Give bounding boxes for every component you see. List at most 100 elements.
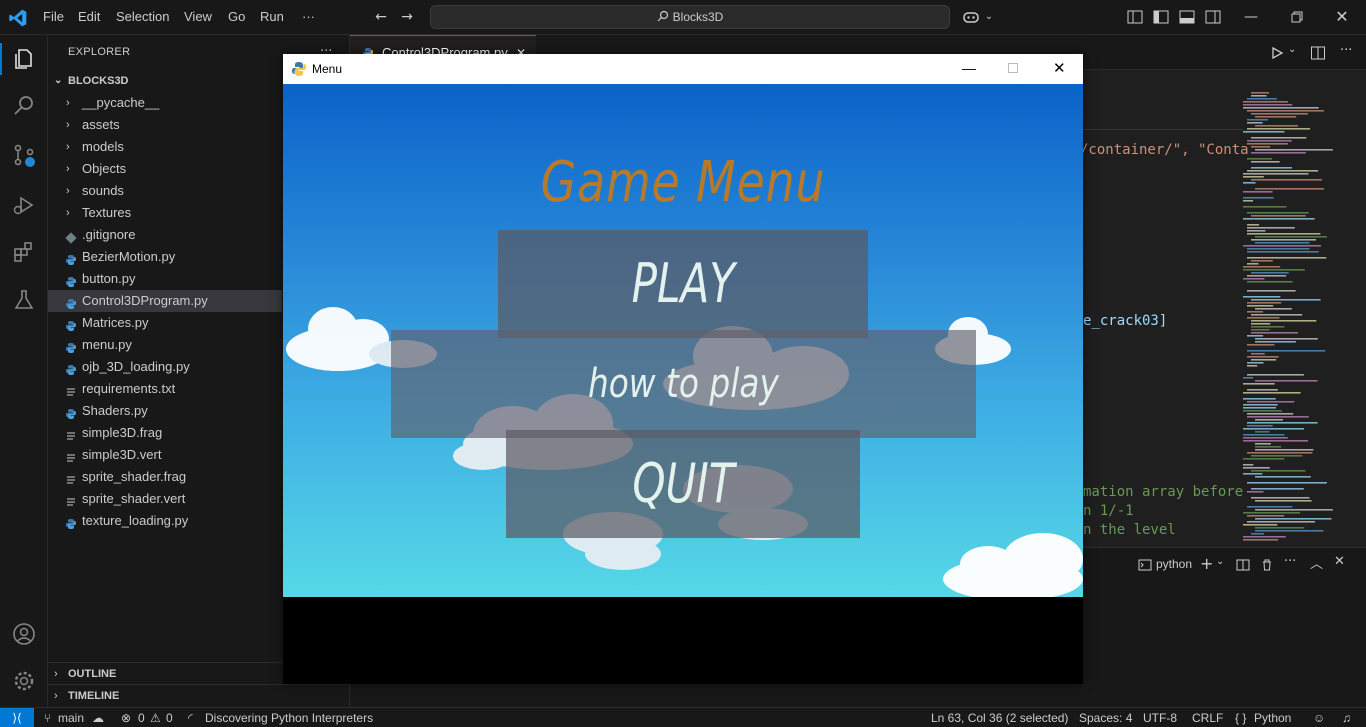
remote-indicator-icon[interactable]: ⟩⟨ [0, 708, 34, 727]
file-label: BezierMotion.py [82, 249, 176, 264]
game-window-titlebar[interactable]: Menu — ✕ [283, 54, 1083, 84]
notifications-bell-icon[interactable]: ♫ [1342, 708, 1351, 727]
code-fragment-crack[interactable]: e_crack03] [1083, 313, 1167, 329]
close-panel-icon[interactable]: ✕ [1334, 554, 1345, 569]
file-item[interactable]: sprite_shader.vert [48, 488, 282, 510]
file-item[interactable]: simple3D.frag [48, 422, 282, 444]
file-item[interactable]: menu.py [48, 334, 282, 356]
code-fragment-comment-2[interactable]: n 1/-1 [1083, 503, 1134, 519]
chevron-down-icon[interactable]: ⌄ [1288, 44, 1296, 55]
terminal-name[interactable]: python [1156, 557, 1192, 571]
toggle-secondary-sidebar-icon[interactable] [1204, 8, 1222, 26]
back-arrow-icon[interactable]: ← [372, 8, 390, 26]
split-editor-icon[interactable] [1310, 45, 1326, 61]
folder-item[interactable]: › Objects [48, 158, 282, 180]
file-item[interactable]: requirements.txt [48, 378, 282, 400]
close-window-icon[interactable]: ✕ [1333, 8, 1351, 26]
kill-terminal-trash-icon[interactable] [1260, 558, 1274, 572]
folder-item[interactable]: › __pycache__ [48, 92, 282, 114]
game-minimize-icon[interactable]: — [962, 53, 976, 83]
error-count[interactable]: 0 [138, 708, 145, 727]
menu-go[interactable]: Go [228, 9, 245, 24]
file-label: .gitignore [82, 227, 136, 242]
errors-icon[interactable]: ⊗ [121, 708, 131, 727]
explorer-files-icon[interactable] [12, 47, 36, 71]
quit-button[interactable]: QUIT [506, 430, 860, 538]
menu-edit[interactable]: Edit [78, 9, 100, 24]
maximize-panel-chevron-up-icon[interactable]: ︿ [1310, 553, 1323, 572]
language-mode[interactable]: Python [1254, 708, 1291, 727]
account-icon[interactable] [12, 622, 36, 646]
code-fragment-comment-3[interactable]: n the level [1083, 522, 1176, 538]
command-center-search[interactable]: Blocks3D [430, 5, 950, 29]
git-branch[interactable]: main [58, 708, 84, 727]
editor-more-actions-icon[interactable]: ··· [1340, 43, 1352, 58]
source-control-icon[interactable] [12, 143, 36, 167]
chevron-down-icon[interactable]: ⌄ [1216, 556, 1224, 567]
git-branch-icon[interactable]: ⑂ [44, 708, 51, 727]
toggle-sidebar-icon[interactable] [1152, 8, 1170, 26]
vscode-logo-icon[interactable] [8, 8, 28, 28]
file-item[interactable]: button.py [48, 268, 282, 290]
chevron-right-icon: › [66, 163, 70, 175]
file-item[interactable]: simple3D.vert [48, 444, 282, 466]
file-label: Shaders.py [82, 403, 148, 418]
customize-layout-icon[interactable] [1126, 8, 1144, 26]
warning-count[interactable]: 0 [166, 708, 173, 727]
testing-flask-icon[interactable] [12, 288, 36, 312]
file-item[interactable]: .gitignore [48, 224, 282, 246]
timeline-section[interactable]: › TIMELINE [48, 684, 350, 706]
forward-arrow-icon[interactable]: → [398, 8, 416, 26]
code-fragment-container[interactable]: /container/", "Conta [1080, 142, 1249, 158]
manage-gear-icon[interactable] [12, 669, 36, 693]
file-item[interactable]: Shaders.py [48, 400, 282, 422]
search-icon[interactable] [12, 93, 36, 117]
indentation[interactable]: Spaces: 4 [1079, 708, 1132, 727]
run-debug-icon[interactable] [12, 193, 36, 217]
new-terminal-plus-icon[interactable]: + [1200, 554, 1213, 573]
menu-selection[interactable]: Selection [116, 9, 169, 24]
menu-view[interactable]: View [184, 9, 212, 24]
menu-more[interactable]: ··· [302, 9, 315, 24]
file-item[interactable]: Control3DProgram.py [48, 290, 282, 312]
chevron-right-icon: › [66, 207, 70, 219]
restore-window-icon[interactable] [1288, 8, 1306, 26]
file-item[interactable]: ojb_3D_loading.py [48, 356, 282, 378]
code-fragment-comment-1[interactable]: mation array before [1083, 484, 1243, 500]
language-braces-icon[interactable]: { } [1235, 708, 1246, 727]
game-close-icon[interactable]: ✕ [1053, 54, 1066, 84]
encoding[interactable]: UTF-8 [1143, 708, 1177, 727]
split-terminal-icon[interactable] [1236, 558, 1250, 572]
folder-label: sounds [82, 183, 124, 198]
menu-run[interactable]: Run [260, 9, 284, 24]
cursor-position[interactable]: Ln 63, Col 36 (2 selected) [931, 708, 1068, 727]
chevron-down-icon[interactable]: ⌄ [980, 8, 998, 26]
folder-item[interactable]: › sounds [48, 180, 282, 202]
file-item[interactable]: texture_loading.py [48, 510, 282, 532]
file-item[interactable]: BezierMotion.py [48, 246, 282, 268]
how-to-play-button[interactable]: how to play [391, 330, 976, 438]
toggle-panel-icon[interactable] [1178, 8, 1196, 26]
file-item[interactable]: Matrices.py [48, 312, 282, 334]
folder-item[interactable]: › models [48, 136, 282, 158]
folder-item[interactable]: › Textures [48, 202, 282, 224]
copilot-status-icon[interactable]: ☺ [1313, 708, 1325, 727]
folder-item[interactable]: › assets [48, 114, 282, 136]
extensions-icon[interactable] [12, 240, 36, 264]
python-file-icon [65, 295, 77, 309]
run-python-file-icon[interactable] [1270, 46, 1284, 60]
end-of-line[interactable]: CRLF [1192, 708, 1223, 727]
title-bar: File Edit Selection View Go Run ··· ← → … [0, 0, 1366, 35]
pygame-snake-icon [292, 62, 306, 76]
warning-icon[interactable]: ⚠ [150, 708, 161, 727]
sync-cloud-icon[interactable]: ☁ [92, 708, 104, 727]
cloud-bottom-right [943, 533, 1083, 597]
minimap[interactable] [1243, 90, 1353, 545]
play-button[interactable]: PLAY [498, 230, 868, 338]
terminal-more-icon[interactable]: ··· [1284, 554, 1296, 569]
menu-file[interactable]: File [43, 9, 64, 24]
minimize-window-icon[interactable]: — [1242, 8, 1260, 26]
game-maximize-icon[interactable] [1008, 63, 1018, 73]
copilot-icon[interactable] [962, 8, 980, 26]
file-item[interactable]: sprite_shader.frag [48, 466, 282, 488]
